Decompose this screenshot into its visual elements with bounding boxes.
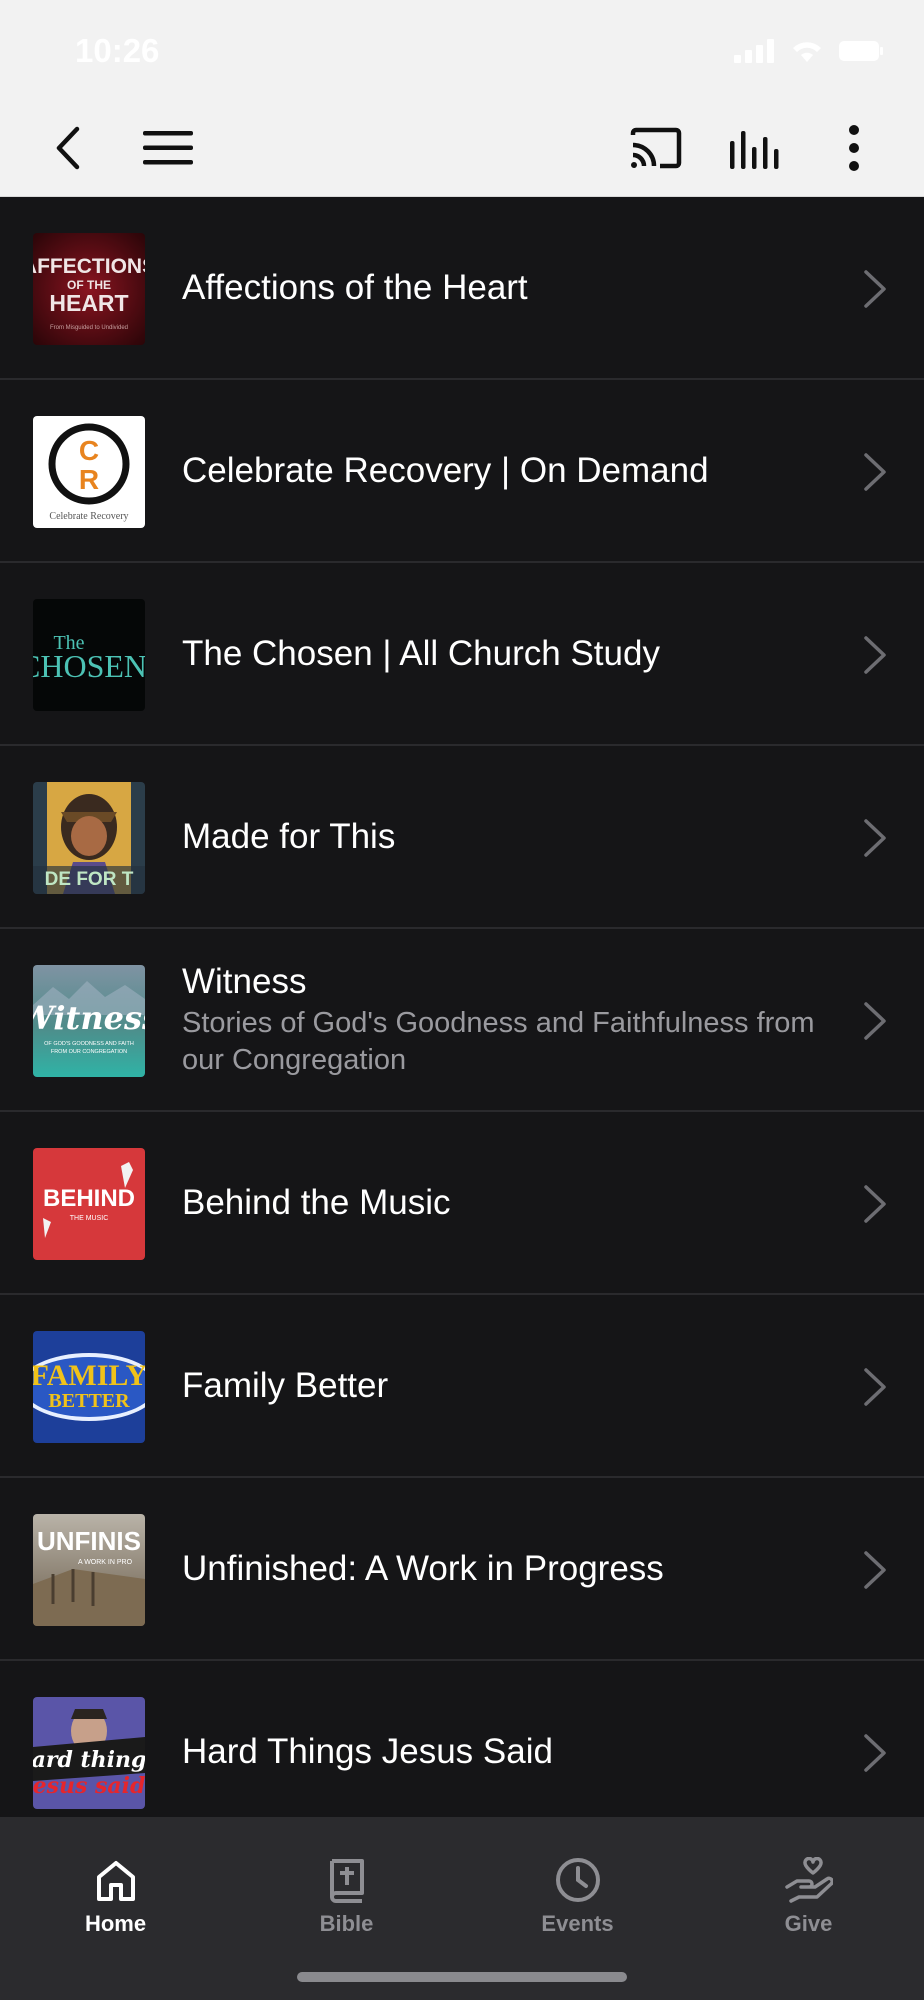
chevron-right-icon: [864, 1734, 886, 1772]
list-item[interactable]: DE FOR T Made for This: [0, 746, 924, 929]
wifi-icon: [793, 42, 821, 62]
chevron-right-icon: [864, 1185, 886, 1223]
more-vertical-icon: [849, 125, 859, 171]
chevron-right-icon: [864, 1002, 886, 1040]
row-text: Behind the Music: [182, 1182, 824, 1224]
battery-icon: [839, 41, 883, 61]
row-title: Family Better: [182, 1365, 389, 1405]
give-hand-heart-icon: [784, 1857, 833, 1903]
tab-bible[interactable]: Bible: [231, 1817, 462, 1937]
row-title: Behind the Music: [182, 1182, 451, 1222]
thumb-text: AFFECTIONS: [33, 255, 145, 278]
tab-give[interactable]: Give: [693, 1817, 924, 1937]
cast-button[interactable]: [628, 120, 684, 176]
cast-icon: [630, 127, 682, 169]
thumb-text: C: [79, 435, 99, 466]
thumb-text: Celebrate Recovery: [49, 511, 128, 522]
list-item[interactable]: The CHOSEN The Chosen | All Church Study: [0, 563, 924, 746]
top-toolbar: [0, 98, 924, 197]
thumb-text: FROM OUR CONGREGATION: [51, 1049, 127, 1055]
home-indicator: [297, 1972, 627, 1982]
row-title: Celebrate Recovery | On Demand: [182, 450, 709, 490]
thumbnail-family-better: FAMILY BETTER: [33, 1331, 145, 1443]
chevron-left-icon: [56, 126, 80, 170]
thumbnail-the-chosen: The CHOSEN: [33, 599, 145, 711]
list-item[interactable]: FAMILY BETTER Family Better: [0, 1295, 924, 1478]
status-bar: 10:26: [0, 0, 924, 98]
thumbnail-unfinished: UNFINIS A WORK IN PRO: [33, 1514, 145, 1626]
hamburger-icon: [143, 131, 193, 165]
row-title: Hard Things Jesus Said: [182, 1731, 553, 1771]
row-text: The Chosen | All Church Study: [182, 633, 824, 675]
list-item[interactable]: Witness OF GOD'S GOODNESS AND FAITH FROM…: [0, 929, 924, 1112]
tab-home[interactable]: Home: [0, 1817, 231, 1937]
thumb-text: CHOSEN: [33, 648, 145, 684]
tab-label: Give: [784, 1911, 833, 1936]
list-item[interactable]: ard thing esus said Hard Things Jesus Sa…: [0, 1661, 924, 1817]
status-icons: [734, 38, 884, 64]
list-item[interactable]: C R Celebrate Recovery Celebrate Recover…: [0, 380, 924, 563]
thumb-text: From Misguided to Undivided: [50, 325, 128, 331]
row-title: Affections of the Heart: [182, 267, 528, 307]
row-text: Unfinished: A Work in Progress: [182, 1548, 824, 1590]
content-list: AFFECTIONS OF THE HEART From Misguided t…: [0, 197, 924, 1817]
thumb-text: esus said: [33, 1773, 145, 1799]
tab-label: Bible: [319, 1911, 374, 1936]
row-text: Family Better: [182, 1365, 824, 1407]
row-text: Witness Stories of God's Goodness and Fa…: [182, 961, 824, 1079]
thumb-text: R: [79, 464, 99, 495]
chevron-right-icon: [864, 270, 886, 308]
tab-events[interactable]: Events: [462, 1817, 693, 1937]
thumb-text: BEHIND: [43, 1185, 135, 1212]
thumb-text: ard thing: [33, 1747, 145, 1773]
signal-icon: [734, 39, 774, 63]
status-time: 10:26: [75, 32, 160, 69]
audio-button[interactable]: [727, 120, 783, 176]
row-text: Affections of the Heart: [182, 267, 824, 309]
thumb-text: UNFINIS: [37, 1526, 141, 1556]
thumbnail-celebrate-recovery: C R Celebrate Recovery: [33, 416, 145, 528]
row-title: Made for This: [182, 816, 396, 856]
list-item[interactable]: UNFINIS A WORK IN PRO Unfinished: A Work…: [0, 1478, 924, 1661]
audio-bars-icon: [730, 131, 779, 169]
thumb-text: DE FOR T: [45, 869, 134, 890]
thumb-text: BETTER: [48, 1390, 130, 1412]
row-text: Hard Things Jesus Said: [182, 1731, 824, 1773]
menu-button[interactable]: [140, 120, 196, 176]
back-button[interactable]: [40, 120, 96, 176]
more-button[interactable]: [826, 120, 882, 176]
thumbnail-witness: Witness OF GOD'S GOODNESS AND FAITH FROM…: [33, 965, 145, 1077]
bible-icon: [329, 1859, 364, 1903]
row-title: The Chosen | All Church Study: [182, 633, 660, 673]
tab-label: Events: [541, 1911, 614, 1936]
row-subtitle: Stories of God's Goodness and Faithfulne…: [182, 1006, 815, 1076]
thumbnail-affections: AFFECTIONS OF THE HEART From Misguided t…: [33, 233, 145, 345]
thumb-text: THE MUSIC: [70, 1215, 109, 1222]
thumb-text: OF GOD'S GOODNESS AND FAITH: [44, 1041, 134, 1047]
thumb-text: HEART: [49, 290, 128, 316]
thumbnail-behind-the-music: BEHIND THE MUSIC: [33, 1148, 145, 1260]
clock-icon: [555, 1858, 600, 1902]
row-text: Made for This: [182, 816, 824, 858]
thumbnail-made-for-this: DE FOR T: [33, 782, 145, 894]
row-text: Celebrate Recovery | On Demand: [182, 450, 824, 492]
chevron-right-icon: [864, 819, 886, 857]
thumbnail-hard-things: ard thing esus said: [33, 1697, 145, 1809]
list-item[interactable]: BEHIND THE MUSIC Behind the Music: [0, 1112, 924, 1295]
home-icon: [96, 1861, 135, 1901]
chevron-right-icon: [864, 1551, 886, 1589]
thumb-text: A WORK IN PRO: [78, 1559, 133, 1566]
row-title: Witness: [182, 961, 307, 1001]
row-title: Unfinished: A Work in Progress: [182, 1548, 664, 1588]
list-item[interactable]: AFFECTIONS OF THE HEART From Misguided t…: [0, 197, 924, 380]
chevron-right-icon: [864, 453, 886, 491]
chevron-right-icon: [864, 636, 886, 674]
chevron-right-icon: [864, 1368, 886, 1406]
thumb-text: Witness: [33, 999, 145, 1037]
tab-label: Home: [84, 1911, 147, 1936]
thumb-text: FAMILY: [33, 1359, 145, 1392]
